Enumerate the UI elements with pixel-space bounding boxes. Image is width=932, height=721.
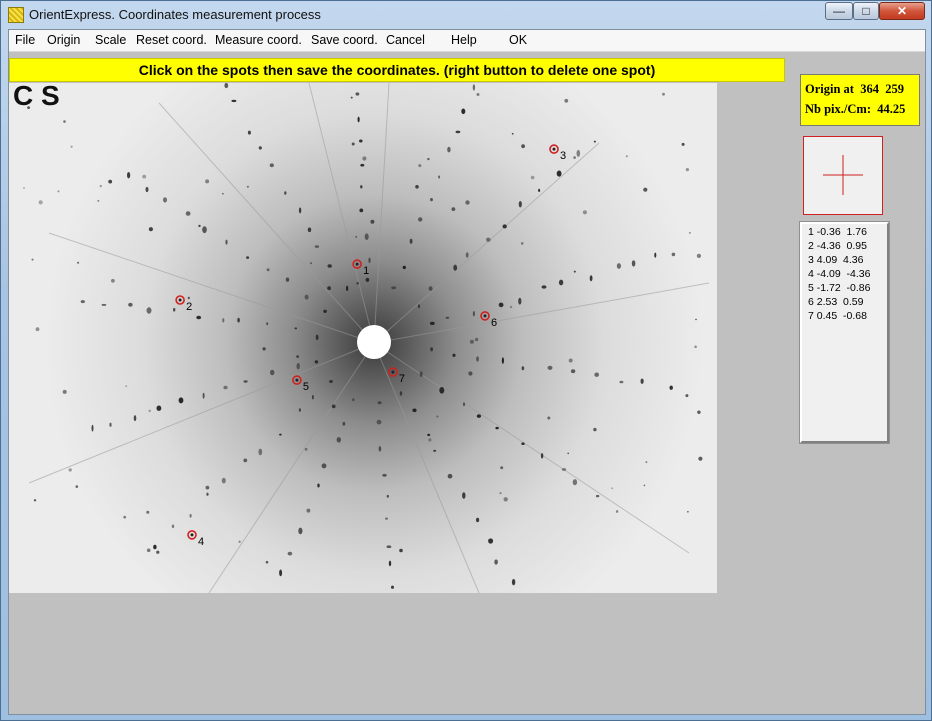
menu-reset-coord[interactable]: Reset coord. bbox=[136, 33, 207, 47]
minimize-button[interactable]: — bbox=[825, 2, 853, 20]
menu-ok[interactable]: OK bbox=[509, 33, 527, 47]
spot-number: 4 bbox=[808, 268, 814, 280]
menu-bar: File Origin Scale Reset coord. Measure c… bbox=[9, 30, 925, 52]
instruction-banner: Click on the spots then save the coordin… bbox=[9, 58, 785, 82]
spot-marker-label: 5 bbox=[303, 381, 309, 393]
close-button[interactable]: ✕ bbox=[879, 2, 925, 20]
coord-row[interactable]: 4 -4.09 -4.36 bbox=[808, 267, 887, 281]
coord-row[interactable]: 3 4.09 4.36 bbox=[808, 253, 887, 267]
spot-number: 2 bbox=[808, 240, 814, 252]
menu-save-coord[interactable]: Save coord. bbox=[311, 33, 378, 47]
menu-scale[interactable]: Scale bbox=[95, 33, 126, 47]
spot-marker-label: 3 bbox=[560, 150, 566, 162]
spot-center bbox=[190, 533, 194, 537]
spot-coordinates-list[interactable]: 1 -0.36 1.76 2 -4.36 0.95 3 4.09 4.36 4 -4.… bbox=[799, 221, 890, 444]
spot-center bbox=[178, 298, 182, 302]
spot-y: -4.36 bbox=[846, 268, 871, 280]
coord-row[interactable]: 5 -1.72 -0.86 bbox=[808, 281, 887, 295]
spot-marker-label: 2 bbox=[186, 301, 192, 313]
spot-x: 2.53 bbox=[816, 296, 838, 308]
zoom-preview bbox=[803, 136, 883, 215]
spot-y: 0.59 bbox=[843, 296, 864, 308]
spot-x: 4.09 bbox=[816, 254, 838, 266]
app-icon bbox=[8, 7, 24, 23]
coord-row[interactable]: 6 2.53 0.59 bbox=[808, 295, 887, 309]
spot-x: 0.45 bbox=[816, 310, 838, 322]
spot-y: -0.86 bbox=[846, 282, 871, 294]
spot-x: -4.36 bbox=[816, 240, 841, 252]
spot-number: 7 bbox=[808, 310, 814, 322]
spot-y: -0.68 bbox=[843, 310, 867, 322]
spot-marker-label: 7 bbox=[399, 373, 405, 385]
spot-x: -1.72 bbox=[816, 282, 841, 294]
spot-center bbox=[552, 147, 556, 151]
scale-value: 44.25 bbox=[877, 102, 906, 116]
origin-x: 364 bbox=[860, 82, 879, 96]
spot-number: 1 bbox=[808, 226, 814, 238]
scale-line: Nb pix./Cm: 44.25 bbox=[805, 99, 919, 119]
beam-stop bbox=[357, 325, 391, 359]
coord-row[interactable]: 2 -4.36 0.95 bbox=[808, 239, 887, 253]
coord-row[interactable]: 1 -0.36 1.76 bbox=[808, 225, 887, 239]
spot-number: 3 bbox=[808, 254, 814, 266]
client-area: File Origin Scale Reset coord. Measure c… bbox=[8, 29, 926, 715]
window-title: OrientExpress. Coordinates measurement p… bbox=[29, 7, 321, 22]
origin-line: Origin at 364 259 bbox=[805, 79, 919, 99]
menu-cancel[interactable]: Cancel bbox=[386, 33, 425, 47]
maximize-button[interactable]: □ bbox=[853, 2, 879, 20]
spot-y: 4.36 bbox=[843, 254, 864, 266]
app-window: OrientExpress. Coordinates measurement p… bbox=[0, 0, 932, 721]
origin-label: Origin at bbox=[805, 82, 854, 96]
spot-number: 5 bbox=[808, 282, 814, 294]
coord-row[interactable]: 7 0.45 -0.68 bbox=[808, 309, 887, 323]
spot-marker-label: 4 bbox=[198, 536, 204, 548]
spot-y: 0.95 bbox=[846, 240, 867, 252]
menu-origin[interactable]: Origin bbox=[47, 33, 80, 47]
spot-marker-label: 6 bbox=[491, 317, 497, 329]
spot-number: 6 bbox=[808, 296, 814, 308]
spot-y: 1.76 bbox=[846, 226, 867, 238]
menu-help[interactable]: Help bbox=[451, 33, 477, 47]
origin-info-box: Origin at 364 259 Nb pix./Cm: 44.25 bbox=[800, 74, 920, 126]
scale-label: Nb pix./Cm: bbox=[805, 102, 871, 116]
title-bar[interactable]: OrientExpress. Coordinates measurement p… bbox=[1, 1, 931, 29]
spot-x: -0.36 bbox=[816, 226, 841, 238]
spot-center bbox=[391, 370, 395, 374]
diffraction-image[interactable]: C S 1 2 3 4 5 6 7 bbox=[9, 83, 717, 593]
spot-center bbox=[483, 314, 487, 318]
spot-x: -4.09 bbox=[816, 268, 841, 280]
image-label: C S bbox=[13, 83, 60, 111]
origin-y: 259 bbox=[885, 82, 904, 96]
spot-center bbox=[355, 262, 359, 266]
menu-measure-coord[interactable]: Measure coord. bbox=[215, 33, 302, 47]
spot-center bbox=[295, 378, 299, 382]
spot-marker-label: 1 bbox=[363, 265, 369, 277]
laue-image-canvas[interactable]: C S 1 2 3 4 5 6 7 bbox=[9, 83, 717, 593]
menu-file[interactable]: File bbox=[15, 33, 35, 47]
